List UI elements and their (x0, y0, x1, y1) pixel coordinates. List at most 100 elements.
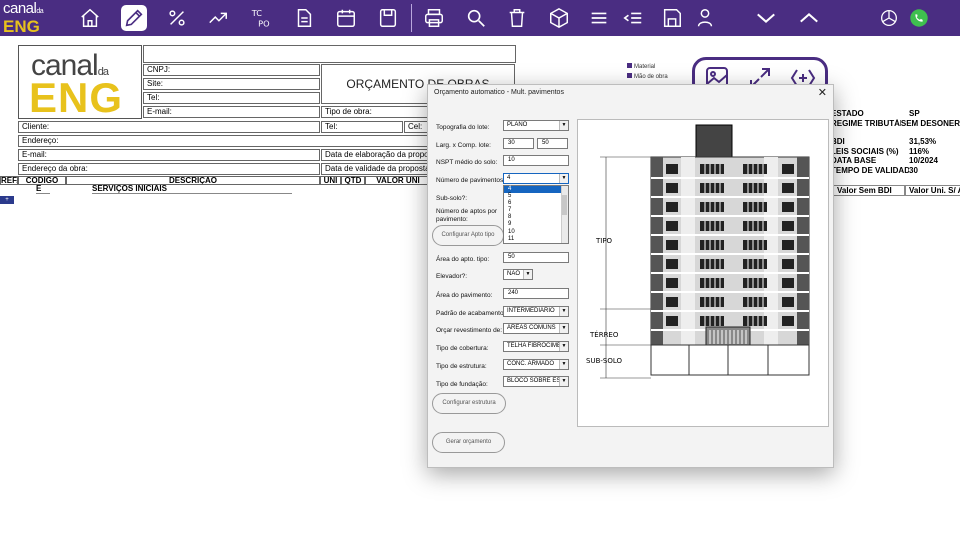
dropdown-option[interactable]: 10 (504, 229, 568, 236)
chevron-down-icon[interactable]: ▼ (523, 270, 532, 279)
info-key: REGIME TRIBUTÁRIO (831, 118, 901, 128)
search-icon[interactable] (463, 5, 489, 31)
window (666, 259, 678, 269)
topografia-label: Topografia do lote: (436, 124, 490, 131)
percent-icon[interactable] (164, 5, 190, 31)
dropdown-option[interactable]: 4 (504, 186, 568, 194)
info-row: TEMPO DE VALIDADE 30 (831, 166, 960, 176)
cube-icon[interactable] (546, 5, 572, 31)
window (782, 240, 794, 250)
elevador-select[interactable]: NÃO ▼ (503, 269, 533, 280)
dropdown-option[interactable]: 8 (504, 214, 568, 221)
cobertura-select[interactable]: TELHA FIBROCIME ▼ (503, 341, 569, 352)
data-elaboracao-cell[interactable]: Data de elaboração da proposta: (321, 149, 431, 161)
tipo-obra-cell[interactable]: Tipo de obra: (321, 106, 431, 118)
list-indent-icon[interactable] (620, 5, 646, 31)
num-pavimentos-select[interactable]: 4 ▼ (503, 173, 569, 184)
site-cell[interactable]: Site: (143, 78, 320, 90)
chevron-down-icon[interactable] (753, 5, 779, 31)
info-key (831, 128, 909, 137)
col-qtd: QTD (341, 176, 365, 185)
cliente-cell[interactable]: Cliente: (18, 121, 320, 133)
info-value[interactable]: SEM DESONER (901, 119, 960, 129)
tc-po-icon[interactable]: TC PO (247, 5, 273, 31)
list-icon[interactable] (586, 5, 612, 31)
info-value[interactable]: 30 (909, 166, 918, 176)
data-validade-cell[interactable]: Data de validade da proposta: (321, 163, 431, 175)
dropdown-option[interactable]: 5 (504, 193, 568, 200)
printer-icon[interactable] (421, 5, 447, 31)
dropdown-option[interactable]: 11 (504, 236, 568, 243)
info-row: LEIS SOCIAIS (%) 116% (831, 147, 960, 157)
chevron-up-icon[interactable] (796, 5, 822, 31)
user-icon[interactable] (692, 5, 718, 31)
chevron-down-icon[interactable]: ▼ (559, 377, 568, 386)
pencil-icon[interactable] (121, 5, 147, 31)
label-tipo: TIPO (595, 237, 613, 245)
email2-cell[interactable]: E-mail: (18, 149, 320, 161)
legend-material: Material (627, 62, 668, 72)
openai-icon[interactable] (876, 5, 902, 31)
chart-legend: Material Mão de obra (627, 62, 668, 82)
orcar-select[interactable]: ÁREAS COMUNS ▼ (503, 323, 569, 334)
tel-cell[interactable]: Tel: (143, 92, 320, 104)
dropdown-option[interactable]: 6 (504, 200, 568, 207)
nspt-input[interactable]: 10 (503, 155, 569, 166)
chevron-down-icon[interactable]: ▼ (559, 324, 568, 333)
row-servicos-cell[interactable]: SERVIÇOS INICIAIS (92, 185, 292, 194)
endereco-obra-cell[interactable]: Endereço da obra: (18, 163, 320, 175)
configurar-estrutura-button[interactable]: Configurar estrutura (432, 393, 506, 414)
comprimento-input[interactable]: 50 (537, 138, 568, 149)
brand-text: canal (3, 0, 37, 17)
dropdown-option[interactable]: 7 (504, 207, 568, 214)
tel2-cell[interactable]: Tel: (321, 121, 403, 133)
largura-input[interactable]: 30 (503, 138, 534, 149)
document-icon[interactable] (291, 5, 317, 31)
company-name-cell[interactable] (143, 45, 516, 63)
info-key: ESTADO (831, 109, 864, 118)
home-icon[interactable] (77, 5, 103, 31)
chevron-down-icon[interactable]: ▼ (559, 174, 568, 183)
save-icon[interactable] (375, 5, 401, 31)
chevron-down-icon[interactable]: ▼ (559, 342, 568, 351)
trash-icon[interactable] (504, 5, 530, 31)
area-pavimento-input[interactable]: 240 (503, 288, 569, 299)
configurar-apto-button[interactable]: Configurar Apto tipo (432, 225, 504, 246)
info-row (831, 128, 960, 137)
whatsapp-icon[interactable] (906, 5, 932, 31)
chevron-down-icon[interactable]: ▼ (559, 121, 568, 130)
area-apto-input[interactable]: 50 (503, 252, 569, 263)
floppy-icon[interactable] (659, 5, 685, 31)
window (782, 259, 794, 269)
svg-text:PO: PO (258, 18, 270, 28)
dropdown-option[interactable]: 9 (504, 221, 568, 228)
pavimentos-dropdown-list[interactable]: 4 5 6 7 8 9 10 11 (503, 185, 569, 244)
gerar-orcamento-button[interactable]: Gerar orçamento (432, 432, 505, 453)
window (782, 316, 794, 326)
chevron-down-icon[interactable]: ▼ (559, 307, 568, 316)
cnpj-cell[interactable]: CNPJ: (143, 64, 320, 76)
scrollbar-thumb[interactable] (562, 195, 567, 215)
info-value[interactable]: 116% (909, 147, 929, 157)
estrutura-select[interactable]: CONC. ARMADO ▼ (503, 359, 569, 370)
email-cell[interactable]: E-mail: (143, 106, 320, 118)
expand-button[interactable]: + (0, 196, 14, 204)
info-row: BDI 31,53% (831, 137, 960, 147)
label-terreo: TÉRREO (589, 330, 619, 339)
info-value[interactable]: 31,53% (909, 137, 936, 147)
window (666, 297, 678, 307)
row-e-cell[interactable]: E (36, 185, 50, 194)
trend-up-icon[interactable] (205, 5, 231, 31)
padrao-select[interactable]: INTERMEDIÁRIO ▼ (503, 306, 569, 317)
info-value[interactable]: 10/2024 (909, 156, 938, 166)
col-codigo: CÓDIGO (18, 176, 66, 185)
fundacao-select[interactable]: BLOCO SOBRE EST ▼ (503, 376, 569, 387)
topografia-select[interactable]: PLANO ▼ (503, 120, 569, 131)
info-value[interactable]: SP (909, 109, 920, 119)
calendar-icon[interactable] (333, 5, 359, 31)
chevron-down-icon[interactable]: ▼ (559, 360, 568, 369)
info-key: TEMPO DE VALIDADE (831, 165, 909, 175)
close-icon[interactable]: ✕ (818, 86, 827, 99)
window (666, 202, 678, 212)
endereco-cell[interactable]: Endereço: (18, 135, 431, 147)
